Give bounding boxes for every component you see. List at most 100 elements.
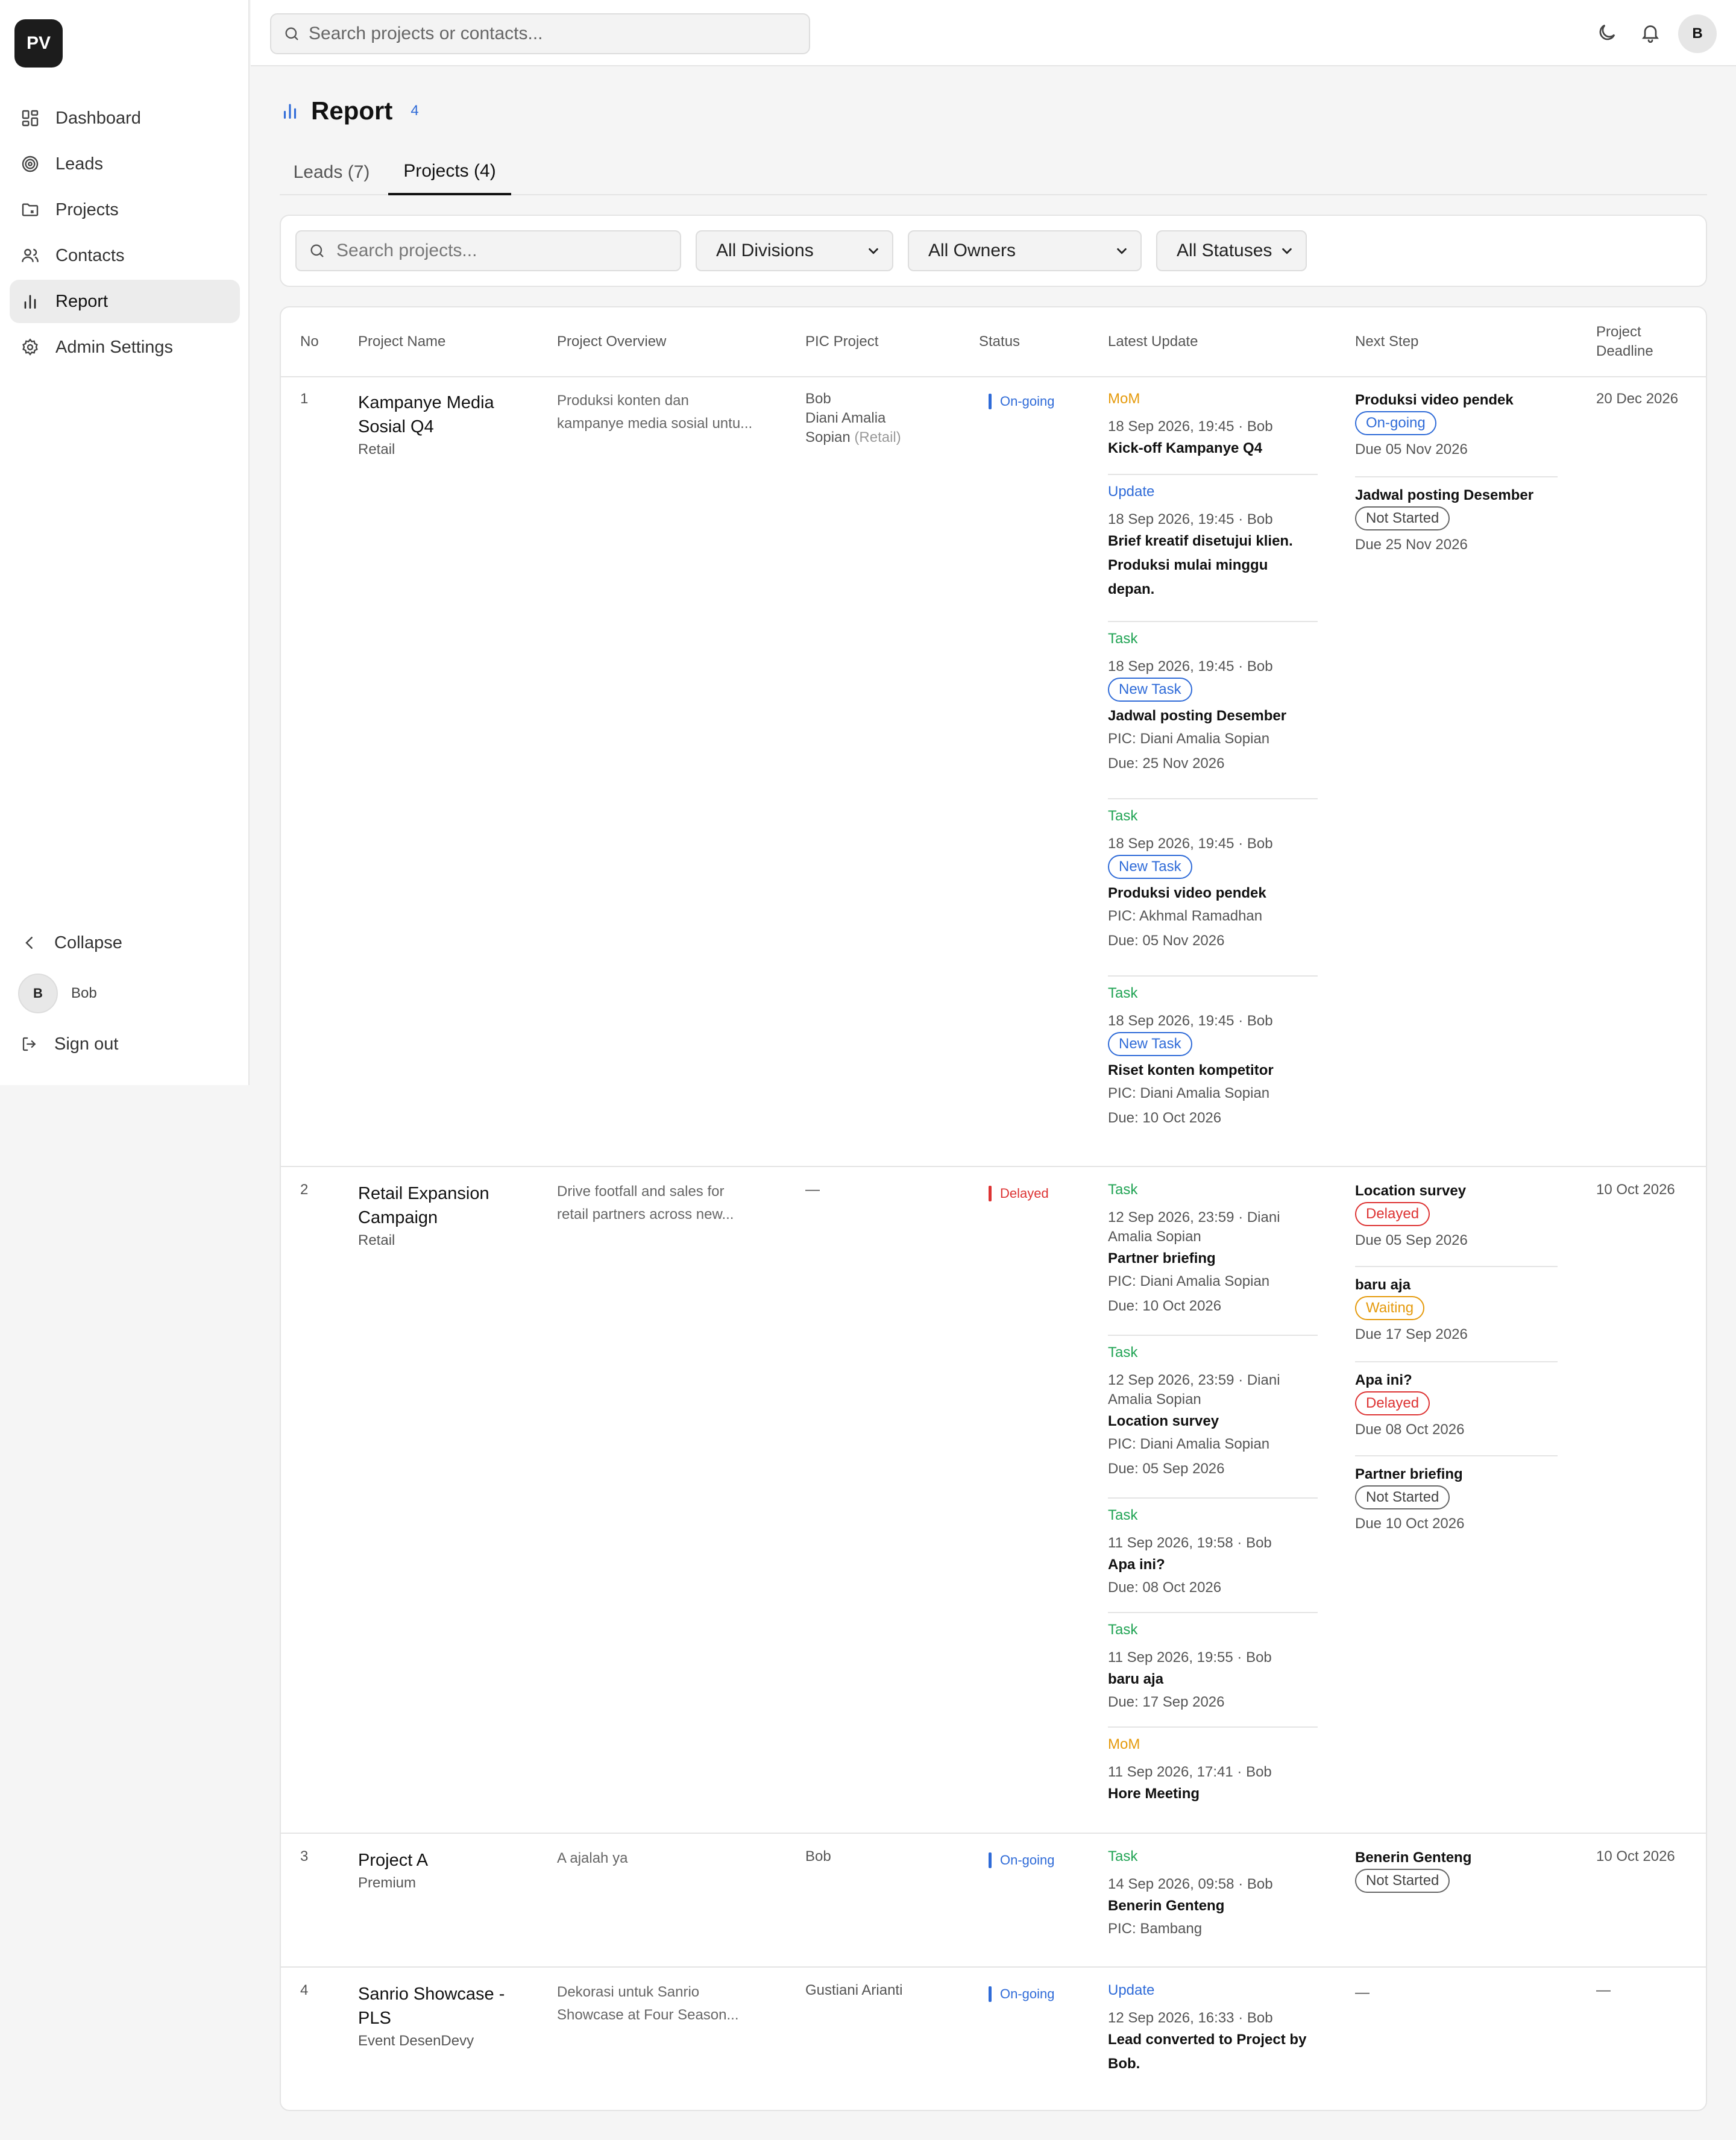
filter-panel: Search projects... All Divisions All Own… <box>280 215 1707 287</box>
update-type-label: Task <box>1108 1622 1138 1638</box>
project-name-cell[interactable]: Project A Premium <box>358 1848 539 1893</box>
chevron-down-icon <box>1282 248 1292 254</box>
project-pic: Gustiani Arianti <box>805 1982 903 1998</box>
update-meta: Amalia Sopian <box>1108 1229 1201 1245</box>
update-title: depan. <box>1108 581 1155 597</box>
next-step-item[interactable]: baru aja Waiting Due 17 Sep 2026 <box>1355 1276 1558 1347</box>
user-profile[interactable]: B Bob <box>10 972 240 1015</box>
project-search-input[interactable]: Search projects... <box>295 230 681 271</box>
sidebar-item-admin-settings[interactable]: Admin Settings <box>10 326 240 369</box>
update-item[interactable]: Task 11 Sep 2026, 19:58 · Bob Apa ini? D… <box>1108 1506 1318 1599</box>
bell-icon[interactable] <box>1640 22 1661 43</box>
update-type-label: Task <box>1108 808 1138 824</box>
app-logo[interactable]: PV <box>14 19 63 68</box>
tab-projects[interactable]: Projects (4) <box>388 149 511 195</box>
global-search-input[interactable]: Search projects or contacts... <box>270 13 810 54</box>
project-overview: A ajalah ya <box>557 1850 628 1866</box>
user-avatar-button[interactable]: B <box>1678 14 1717 53</box>
next-step-due: Due 05 Sep 2026 <box>1355 1232 1468 1248</box>
project-name-cell[interactable]: Sanrio Showcase - PLS Event DesenDevy <box>358 1982 539 2051</box>
collapse-button[interactable]: Collapse <box>10 921 240 965</box>
update-type-label: Task <box>1108 631 1138 647</box>
update-meta: 11 Sep 2026, 17:41 · Bob <box>1108 1764 1272 1780</box>
update-meta: 12 Sep 2026, 16:33 · Bob <box>1108 2010 1273 2026</box>
project-pic: Bob <box>805 1848 831 1865</box>
sidebar-item-label: Projects <box>55 200 119 219</box>
next-step-title: Apa ini? <box>1355 1372 1412 1388</box>
tab-leads[interactable]: Leads (7) <box>280 149 383 195</box>
update-item[interactable]: Task 18 Sep 2026, 19:45 · Bob New Task R… <box>1108 984 1318 1132</box>
next-step-title: Benerin Genteng <box>1355 1849 1472 1866</box>
update-title: Jadwal posting Desember <box>1108 708 1287 724</box>
update-title: Benerin Genteng <box>1108 1898 1225 1914</box>
project-name-cell[interactable]: Kampanye Media Sosial Q4 Retail <box>358 391 539 459</box>
division-select[interactable]: All Divisions <box>696 230 893 271</box>
sidebar-item-dashboard[interactable]: Dashboard <box>10 96 240 140</box>
update-due: Due: 10 Oct 2026 <box>1108 1110 1222 1126</box>
bar-chart-icon <box>24 295 36 309</box>
overview-line: Showcase at Four Season... <box>557 2007 739 2023</box>
update-meta: 18 Sep 2026, 19:45 · Bob <box>1108 658 1273 675</box>
update-item[interactable]: MoM 18 Sep 2026, 19:45 · Bob Kick-off Ka… <box>1108 389 1318 461</box>
moon-icon[interactable] <box>1596 22 1618 43</box>
update-item[interactable]: Task 14 Sep 2026, 09:58 · Bob Benerin Ge… <box>1108 1847 1318 1940</box>
sidebar-item-leads[interactable]: Leads <box>10 142 240 186</box>
project-name-line: Project A <box>358 1851 429 1870</box>
next-step-item[interactable]: Jadwal posting Desember Not Started Due … <box>1355 486 1558 557</box>
projects-report-table: No Project Name Project Overview PIC Pro… <box>280 306 1707 2111</box>
update-title: Location survey <box>1108 1413 1219 1429</box>
next-step-item[interactable]: Benerin Genteng Not Started <box>1355 1848 1558 1895</box>
update-title: Apa ini? <box>1108 1556 1165 1573</box>
status-label: On-going <box>1000 394 1055 409</box>
update-item[interactable]: Task 18 Sep 2026, 19:45 · Bob New Task J… <box>1108 629 1318 778</box>
project-category: Retail <box>358 1232 395 1248</box>
status-select[interactable]: All Statuses <box>1156 230 1307 271</box>
pic-name: Sopian <box>805 429 851 445</box>
project-deadline: 10 Oct 2026 <box>1596 1182 1675 1198</box>
column-header-project-name: Project Name <box>358 333 446 350</box>
row-number: 3 <box>300 1848 309 1865</box>
update-item[interactable]: Task 12 Sep 2026, 23:59 · Diani Amalia S… <box>1108 1180 1318 1320</box>
update-title: baru aja <box>1108 1671 1164 1687</box>
update-meta: 11 Sep 2026, 19:55 · Bob <box>1108 1649 1272 1666</box>
update-title: Produksi video pendek <box>1108 885 1266 901</box>
status-badge: On-going <box>989 1984 1055 2004</box>
next-step-status-pill: Waiting <box>1355 1296 1425 1320</box>
next-step-status-pill: On-going <box>1355 411 1436 435</box>
overview-line: Drive footfall and sales for <box>557 1183 725 1200</box>
update-title: Kick-off Kampanye Q4 <box>1108 440 1263 456</box>
overview-line: kampanye media sosial untu... <box>557 415 753 432</box>
update-item[interactable]: MoM 11 Sep 2026, 17:41 · Bob Hore Meetin… <box>1108 1735 1318 1806</box>
column-header-overview: Project Overview <box>557 333 667 350</box>
sidebar-item-contacts[interactable]: Contacts <box>10 234 240 277</box>
next-step-status-pill: Delayed <box>1355 1202 1430 1226</box>
sign-out-button[interactable]: Sign out <box>10 1022 240 1066</box>
next-step-status-pill: Delayed <box>1355 1391 1430 1415</box>
next-step-item[interactable]: Partner briefing Not Started Due 10 Oct … <box>1355 1465 1558 1536</box>
update-item[interactable]: Task 11 Sep 2026, 19:55 · Bob baru aja D… <box>1108 1620 1318 1713</box>
status-badge: Delayed <box>989 1184 1049 1203</box>
update-title: Bob. <box>1108 2056 1140 2072</box>
next-step-item[interactable]: Apa ini? Delayed Due 08 Oct 2026 <box>1355 1371 1558 1442</box>
owner-select[interactable]: All Owners <box>908 230 1142 271</box>
sidebar-nav: Dashboard Leads Projects Contacts Report… <box>10 96 240 371</box>
update-item[interactable]: Update 18 Sep 2026, 19:45 · Bob Brief kr… <box>1108 482 1318 602</box>
update-type-label: Task <box>1108 1344 1138 1361</box>
page-title: Report <box>311 96 393 125</box>
user-name: Bob <box>71 985 97 1001</box>
sidebar-item-projects[interactable]: Projects <box>10 188 240 231</box>
next-step-item[interactable]: Produksi video pendek On-going Due 05 No… <box>1355 391 1558 462</box>
new-task-pill: New Task <box>1108 1032 1192 1056</box>
update-title: Produksi mulai minggu <box>1108 557 1268 573</box>
update-item[interactable]: Update 12 Sep 2026, 16:33 · Bob Lead con… <box>1108 1981 1318 2076</box>
next-step-item[interactable]: Location survey Delayed Due 05 Sep 2026 <box>1355 1182 1558 1253</box>
update-item[interactable]: Task 12 Sep 2026, 23:59 · Diani Amalia S… <box>1108 1343 1318 1483</box>
project-name-cell[interactable]: Retail Expansion Campaign Retail <box>358 1182 539 1250</box>
sidebar-item-report[interactable]: Report <box>10 280 240 323</box>
update-divider <box>1108 975 1318 977</box>
update-meta: 18 Sep 2026, 19:45 · Bob <box>1108 511 1273 527</box>
top-bar: Search projects or contacts... B <box>251 0 1736 66</box>
overview-line: retail partners across new... <box>557 1206 734 1223</box>
bar-chart-icon <box>283 104 297 119</box>
update-item[interactable]: Task 18 Sep 2026, 19:45 · Bob New Task P… <box>1108 807 1318 955</box>
